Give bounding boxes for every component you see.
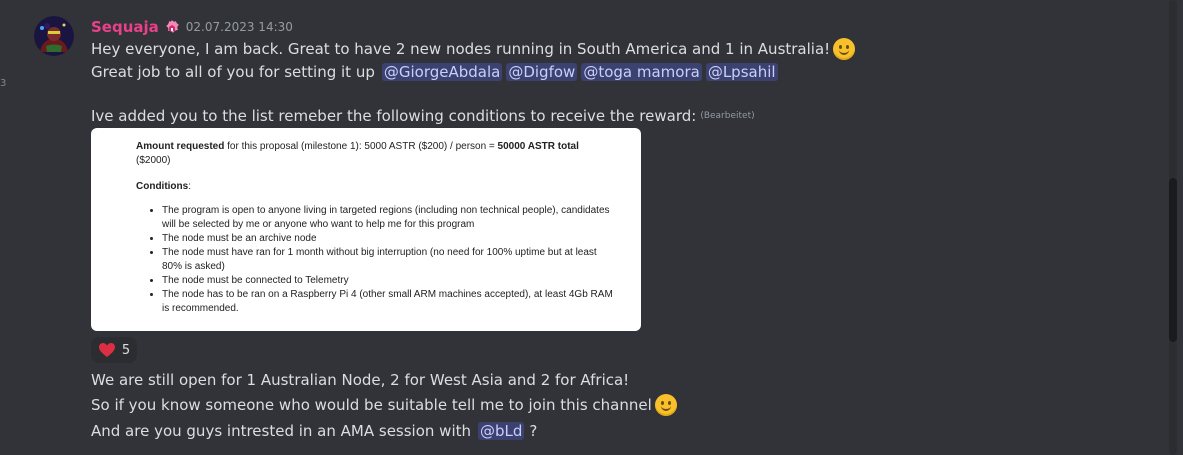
image-attachment[interactable]: Amount requested for this proposal (mile… <box>91 128 641 331</box>
conditions-heading: Conditions: <box>136 180 616 194</box>
message-line-2: Great job to all of you for setting it u… <box>91 61 780 83</box>
condition-item: The node must be an archive node <box>162 232 616 246</box>
amount-label: Amount requested <box>136 141 225 152</box>
message-text: We are still open for 1 Australian Node,… <box>91 371 630 389</box>
conditions-list: The program is open to anyone living in … <box>136 204 616 316</box>
role-badge-icon <box>164 19 180 35</box>
condition-item: The program is open to anyone living in … <box>162 204 616 232</box>
conditions-colon: : <box>188 181 191 192</box>
chat-view: 3 Sequaja 02.07.2023 14:30 Hey everyone,… <box>0 0 1183 455</box>
slightly-smiling-face-icon <box>654 394 677 416</box>
message-text: And are you guys intrested in an AMA ses… <box>91 422 471 440</box>
attachment-amount: Amount requested for this proposal (mile… <box>136 140 616 168</box>
username[interactable]: Sequaja <box>91 18 159 36</box>
message-line-3: Ive added you to the list remeber the fo… <box>91 106 755 126</box>
mention-bld[interactable]: @bLd <box>478 422 525 440</box>
condition-item: The node must have ran for 1 month witho… <box>162 246 616 274</box>
message-line-6: And are you guys intrested in an AMA ses… <box>91 420 537 442</box>
message-header: Sequaja 02.07.2023 14:30 <box>91 16 293 38</box>
amount-total: 50000 ASTR total <box>497 141 579 152</box>
condition-item: The node must be connected to Telemetry <box>162 274 616 288</box>
message-line-5: So if you know someone who would be suit… <box>91 394 677 416</box>
scrollbar-thumb[interactable] <box>1169 178 1177 342</box>
conditions-label: Conditions <box>136 181 189 192</box>
message-text: Ive added you to the list remeber the fo… <box>91 107 697 125</box>
avatar[interactable] <box>34 16 74 56</box>
chat-message: Sequaja 02.07.2023 14:30 Hey everyone, I… <box>0 0 1160 455</box>
mention-lpsahil[interactable]: @Lpsahil <box>705 63 778 81</box>
amount-text: for this proposal (milestone 1): 5000 AS… <box>224 141 498 152</box>
edited-label: (Bearbeitet) <box>700 111 755 121</box>
message-text: Great job to all of you for setting it u… <box>91 63 375 81</box>
attachment-content: Amount requested for this proposal (mile… <box>136 140 616 316</box>
amount-tail: ($2000) <box>136 155 171 166</box>
condition-item: The node has to be ran on a Raspberry Pi… <box>162 288 616 316</box>
message-text: Hey everyone, I am back. Great to have 2… <box>91 40 831 58</box>
message-line-4: We are still open for 1 Australian Node,… <box>91 369 629 391</box>
reaction-count: 5 <box>121 342 131 358</box>
mention-giorgeabdala[interactable]: @GiorgeAbdala <box>381 63 503 81</box>
mention-digfow[interactable]: @Digfow <box>506 63 578 81</box>
message-text: So if you know someone who would be suit… <box>91 396 652 414</box>
mention-toga-mamora[interactable]: @toga mamora <box>581 63 702 81</box>
slightly-smiling-face-icon <box>833 38 856 60</box>
reaction-button[interactable]: 5 <box>91 337 137 363</box>
message-text: ? <box>529 422 538 440</box>
message-line-1: Hey everyone, I am back. Great to have 2… <box>91 38 856 60</box>
timestamp: 02.07.2023 14:30 <box>185 20 293 34</box>
heart-icon <box>98 343 115 357</box>
